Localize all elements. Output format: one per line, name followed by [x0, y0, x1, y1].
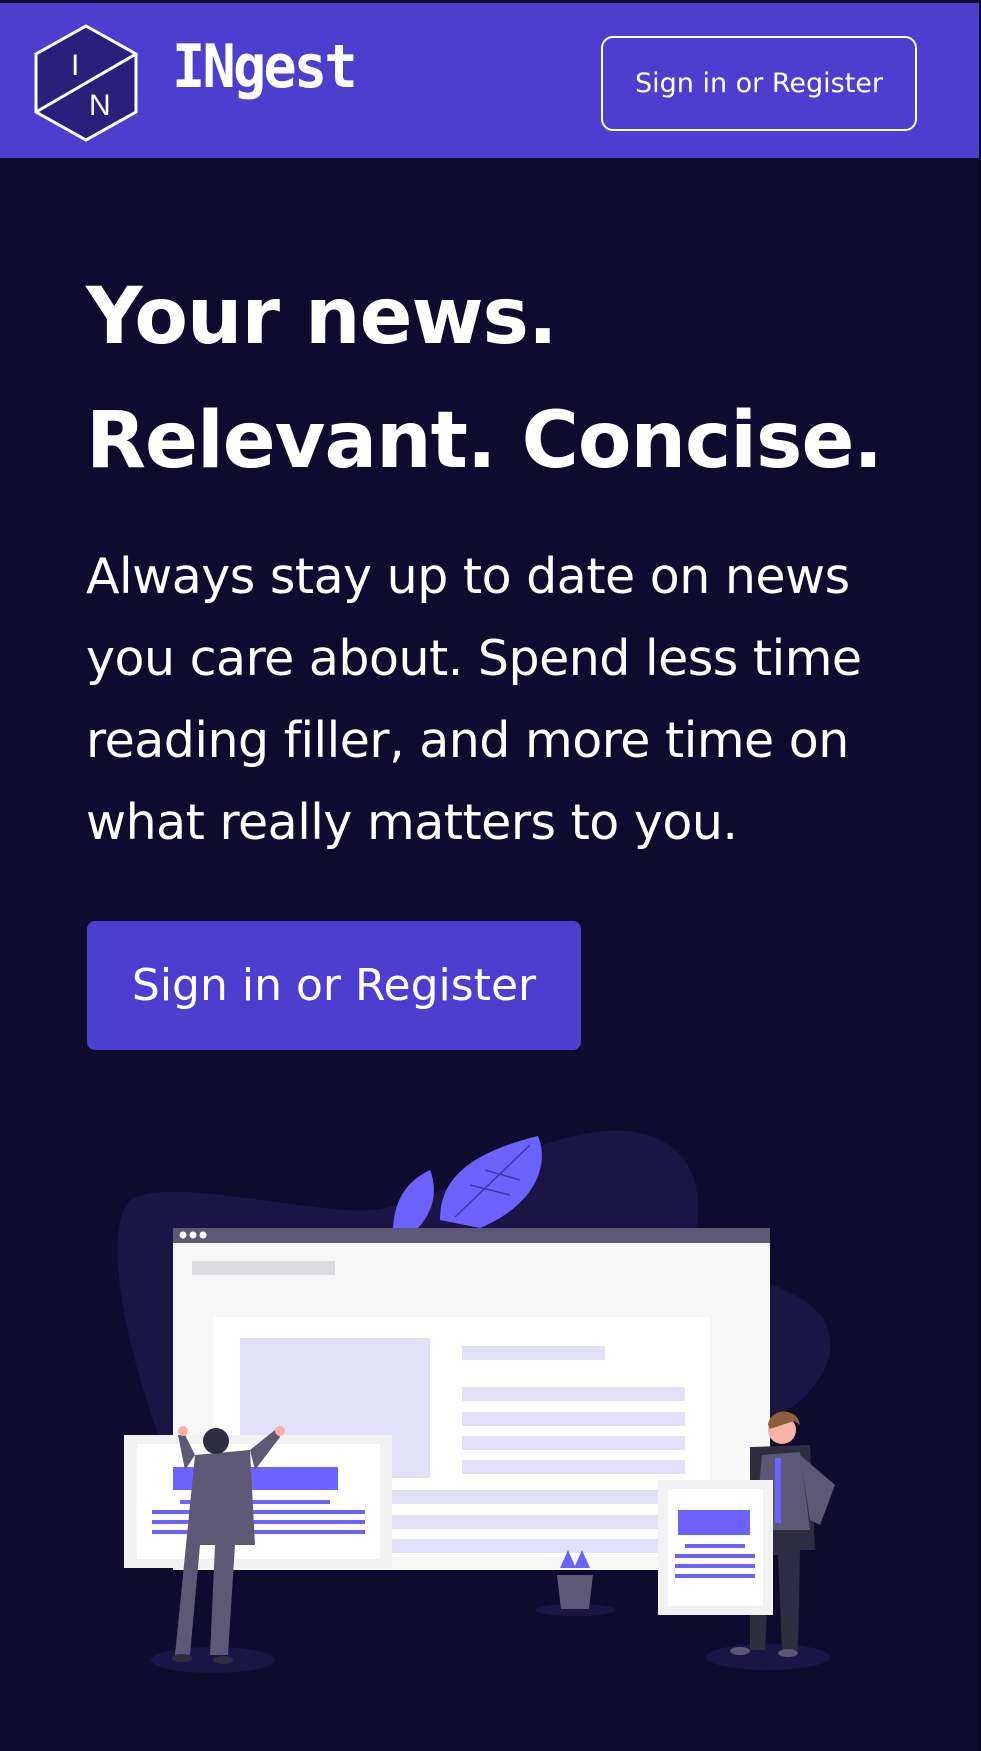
nav-sign-in-register-button[interactable]: Sign in or Register [601, 36, 917, 131]
hero-headline: Your news. Relevant. Concise. [86, 272, 883, 486]
hero-sign-in-register-button[interactable]: Sign in or Register [87, 921, 581, 1050]
logo-letter-n: N [89, 89, 111, 122]
hero-subtext: Always stay up to date on news you care … [86, 548, 862, 851]
top-navbar: I N INgest Sign in or Register [0, 0, 979, 158]
landing-page: I N INgest Sign in or Register Your news… [0, 0, 981, 1751]
logo-letter-i: I [71, 49, 79, 82]
brand-name[interactable]: INgest [172, 37, 358, 97]
news-reading-illustration-icon [117, 1130, 835, 1673]
ingest-logo-icon[interactable]: I N [33, 23, 139, 143]
